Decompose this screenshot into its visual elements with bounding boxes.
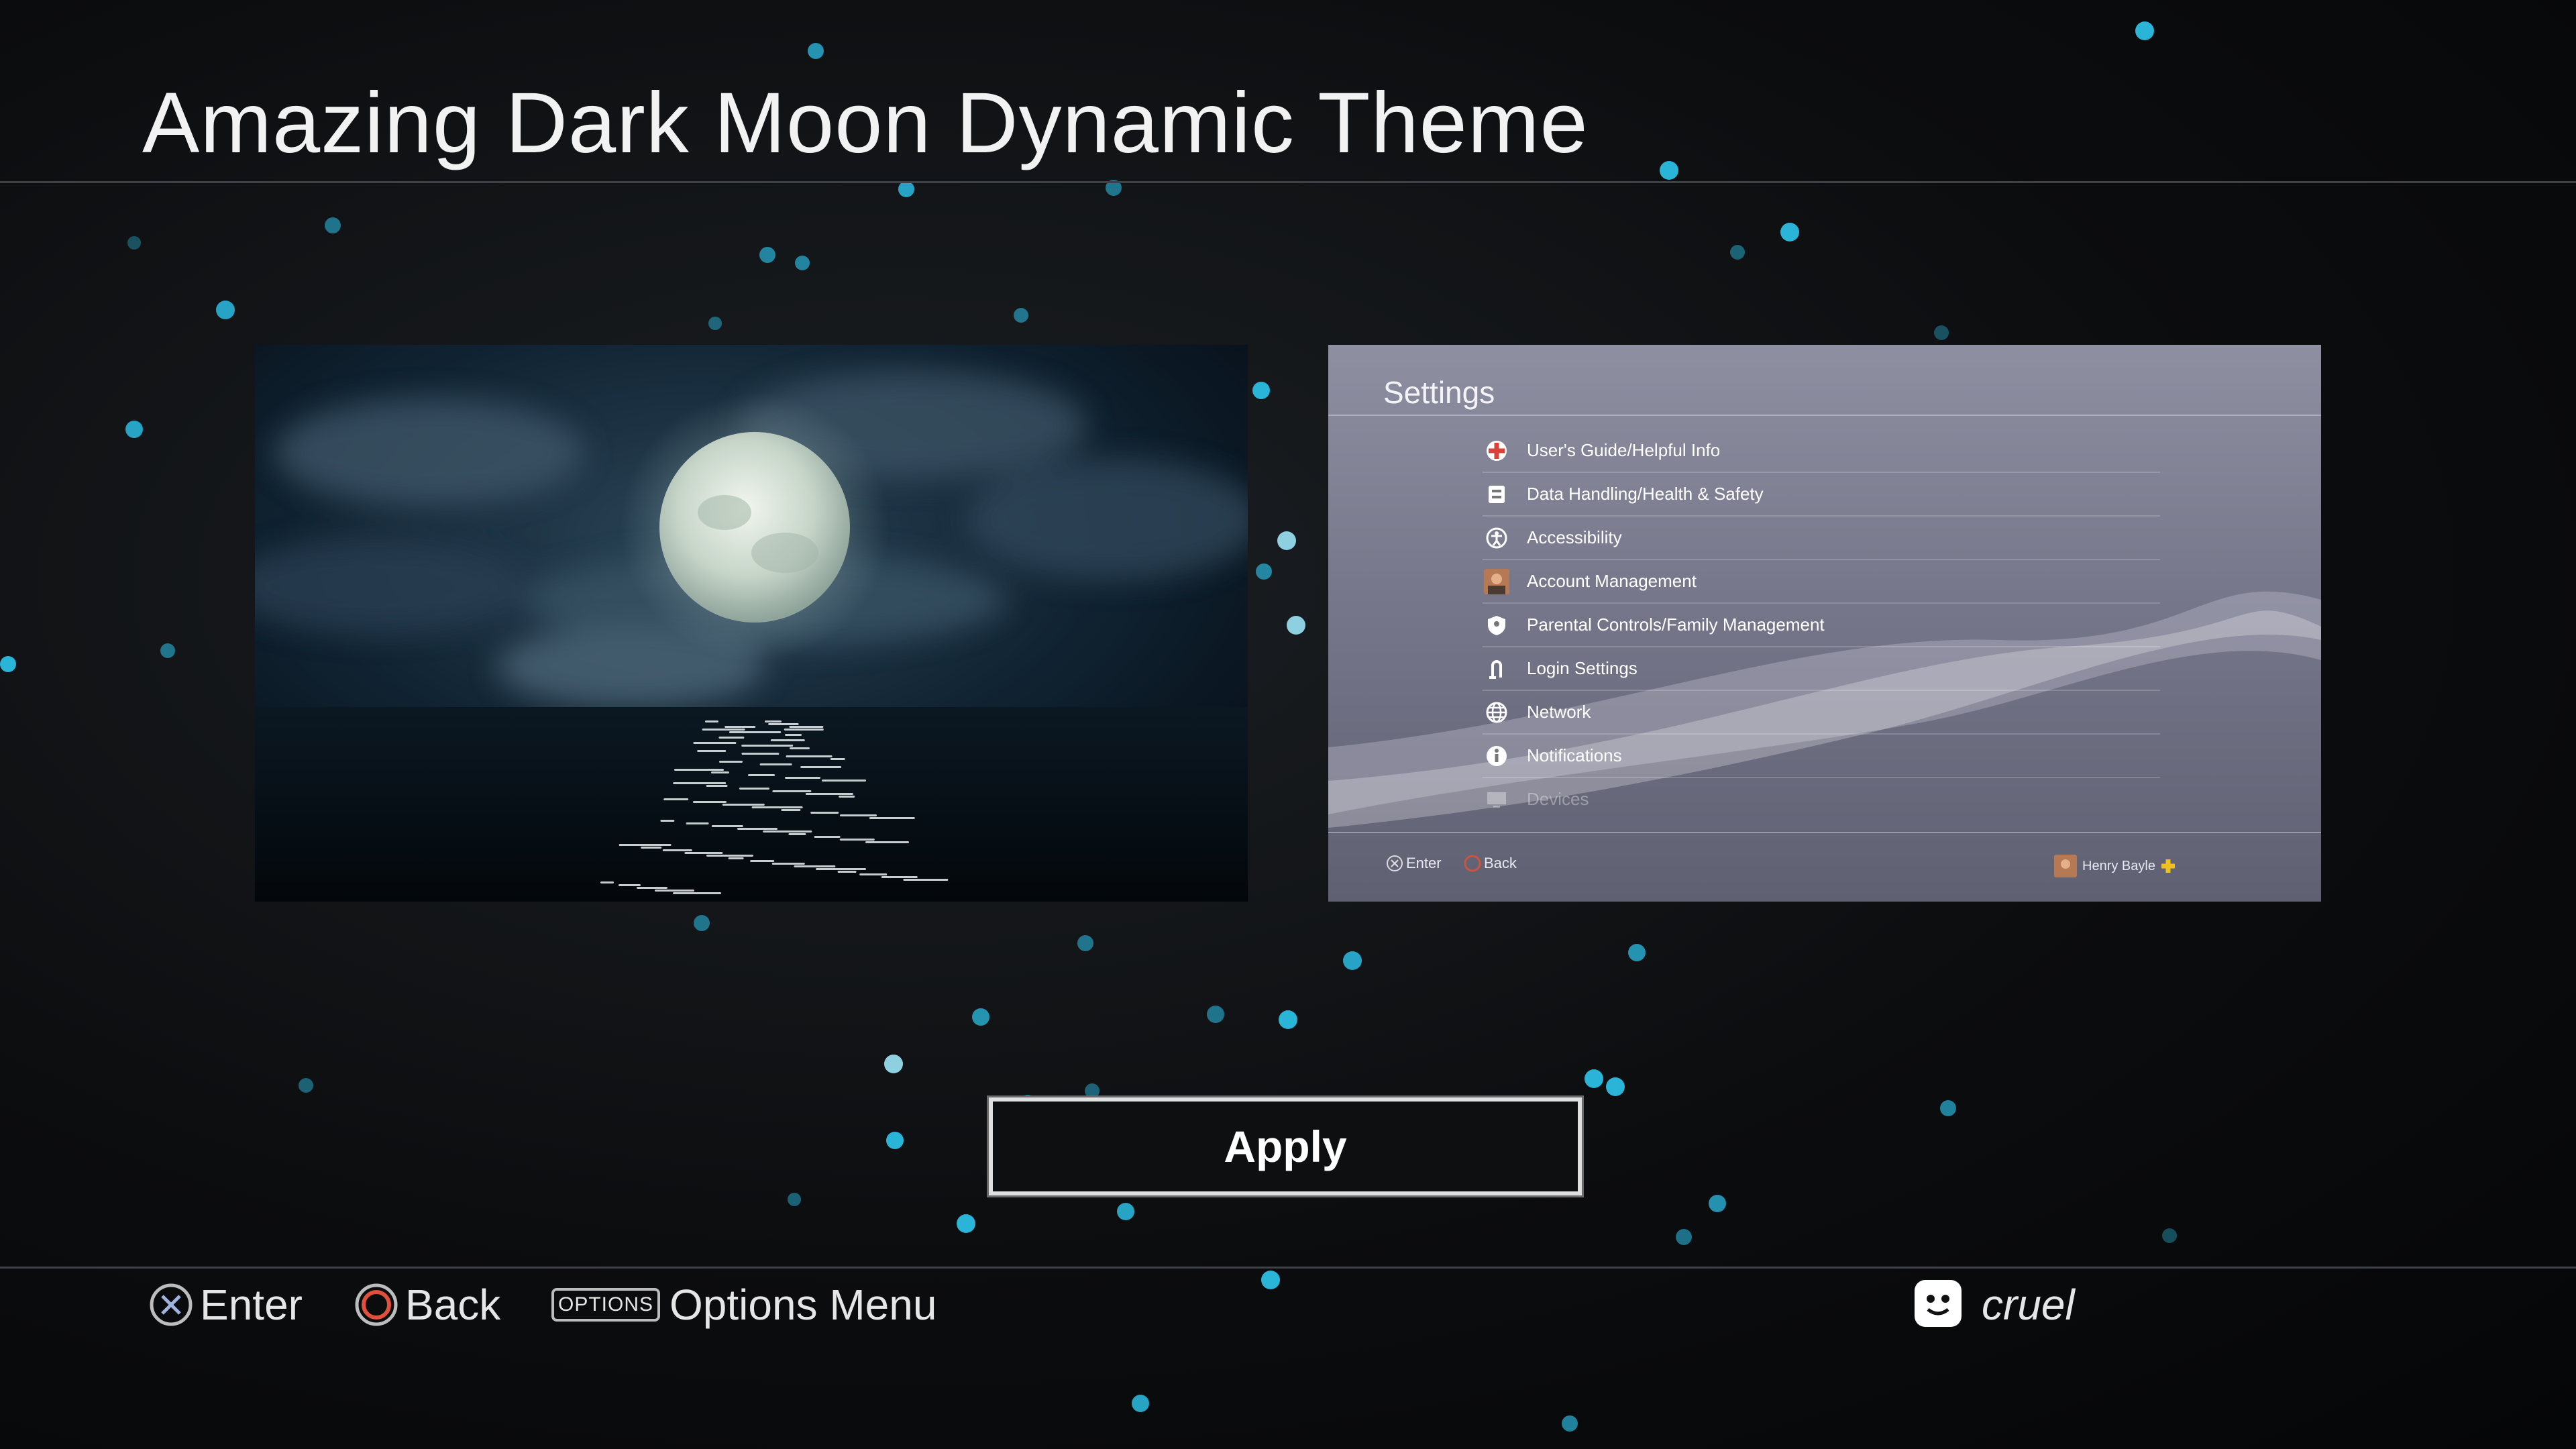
parental-controls-icon bbox=[1484, 612, 1509, 638]
user-avatar-icon bbox=[2054, 855, 2077, 877]
smiley-avatar-icon bbox=[1913, 1279, 1963, 1332]
settings-list: User's Guide/Helpful Info Data Handling/… bbox=[1483, 429, 2160, 820]
settings-item-data-handling: Data Handling/Health & Safety bbox=[1483, 473, 2160, 517]
settings-item-account-management: Account Management bbox=[1483, 560, 2160, 604]
hint-back: Back bbox=[354, 1278, 500, 1332]
settings-item-label: Login Settings bbox=[1527, 658, 1638, 678]
settings-footer-back-label: Back bbox=[1484, 855, 1517, 871]
settings-footer-enter-label: Enter bbox=[1406, 855, 1442, 871]
settings-item-users-guide: User's Guide/Helpful Info bbox=[1483, 429, 2160, 473]
settings-footer-back: Back bbox=[1464, 855, 1517, 872]
settings-item-login-settings: Login Settings bbox=[1483, 647, 2160, 691]
settings-footer-user: Henry Bayle bbox=[2054, 855, 2177, 877]
cross-button-icon bbox=[1387, 855, 1403, 871]
settings-footer: Enter Back Henry Bayle bbox=[1328, 832, 2321, 902]
accessibility-icon bbox=[1484, 525, 1509, 551]
options-button-icon: OPTIONS bbox=[551, 1288, 661, 1322]
settings-footer-enter: Enter bbox=[1386, 855, 1442, 872]
settings-item-accessibility: Accessibility bbox=[1483, 517, 2160, 560]
theme-preview-settings: Settings User's Guide/Helpful Info Data … bbox=[1328, 345, 2321, 902]
help-icon bbox=[1484, 438, 1509, 464]
header-divider bbox=[0, 181, 2576, 183]
settings-item-label: Notifications bbox=[1527, 745, 1622, 765]
hint-enter-label: Enter bbox=[200, 1281, 303, 1329]
hint-options: OPTIONS Options Menu bbox=[551, 1278, 936, 1332]
user-name: cruel bbox=[1982, 1281, 2075, 1329]
login-icon bbox=[1484, 656, 1509, 682]
globe-icon bbox=[1484, 700, 1509, 725]
plus-icon bbox=[2161, 859, 2175, 873]
hint-enter: Enter bbox=[149, 1278, 303, 1332]
info-icon bbox=[1484, 743, 1509, 769]
settings-item-label: Accessibility bbox=[1527, 527, 1622, 547]
settings-item-network: Network bbox=[1483, 691, 2160, 735]
hint-options-label: Options Menu bbox=[669, 1281, 937, 1329]
settings-item-notifications: Notifications bbox=[1483, 735, 2160, 778]
settings-item-devices: Devices bbox=[1483, 778, 2160, 820]
settings-item-label: Devices bbox=[1527, 789, 1589, 809]
page-title: Amazing Dark Moon Dynamic Theme bbox=[142, 75, 1589, 171]
settings-item-label: Data Handling/Health & Safety bbox=[1527, 484, 1764, 504]
theme-preview-image bbox=[255, 345, 1248, 902]
hint-back-label: Back bbox=[405, 1281, 501, 1329]
settings-item-label: Account Management bbox=[1527, 571, 1697, 591]
account-avatar-icon bbox=[1484, 568, 1509, 594]
settings-item-label: Parental Controls/Family Management bbox=[1527, 614, 1825, 635]
settings-item-label: Network bbox=[1527, 702, 1591, 722]
cross-button-icon bbox=[149, 1283, 193, 1327]
data-handling-icon bbox=[1484, 482, 1509, 507]
settings-header-divider bbox=[1328, 415, 2321, 416]
devices-icon bbox=[1484, 787, 1509, 812]
circle-button-icon bbox=[1464, 855, 1481, 872]
settings-item-label: User's Guide/Helpful Info bbox=[1527, 440, 1721, 460]
user-profile: cruel bbox=[1913, 1278, 2075, 1332]
apply-button[interactable]: Apply bbox=[987, 1095, 1584, 1197]
footer-divider bbox=[0, 1267, 2576, 1269]
settings-item-parental-controls: Parental Controls/Family Management bbox=[1483, 604, 2160, 647]
settings-title: Settings bbox=[1383, 375, 1495, 410]
circle-button-icon bbox=[354, 1283, 398, 1327]
settings-footer-user-name: Henry Bayle bbox=[2082, 858, 2155, 873]
